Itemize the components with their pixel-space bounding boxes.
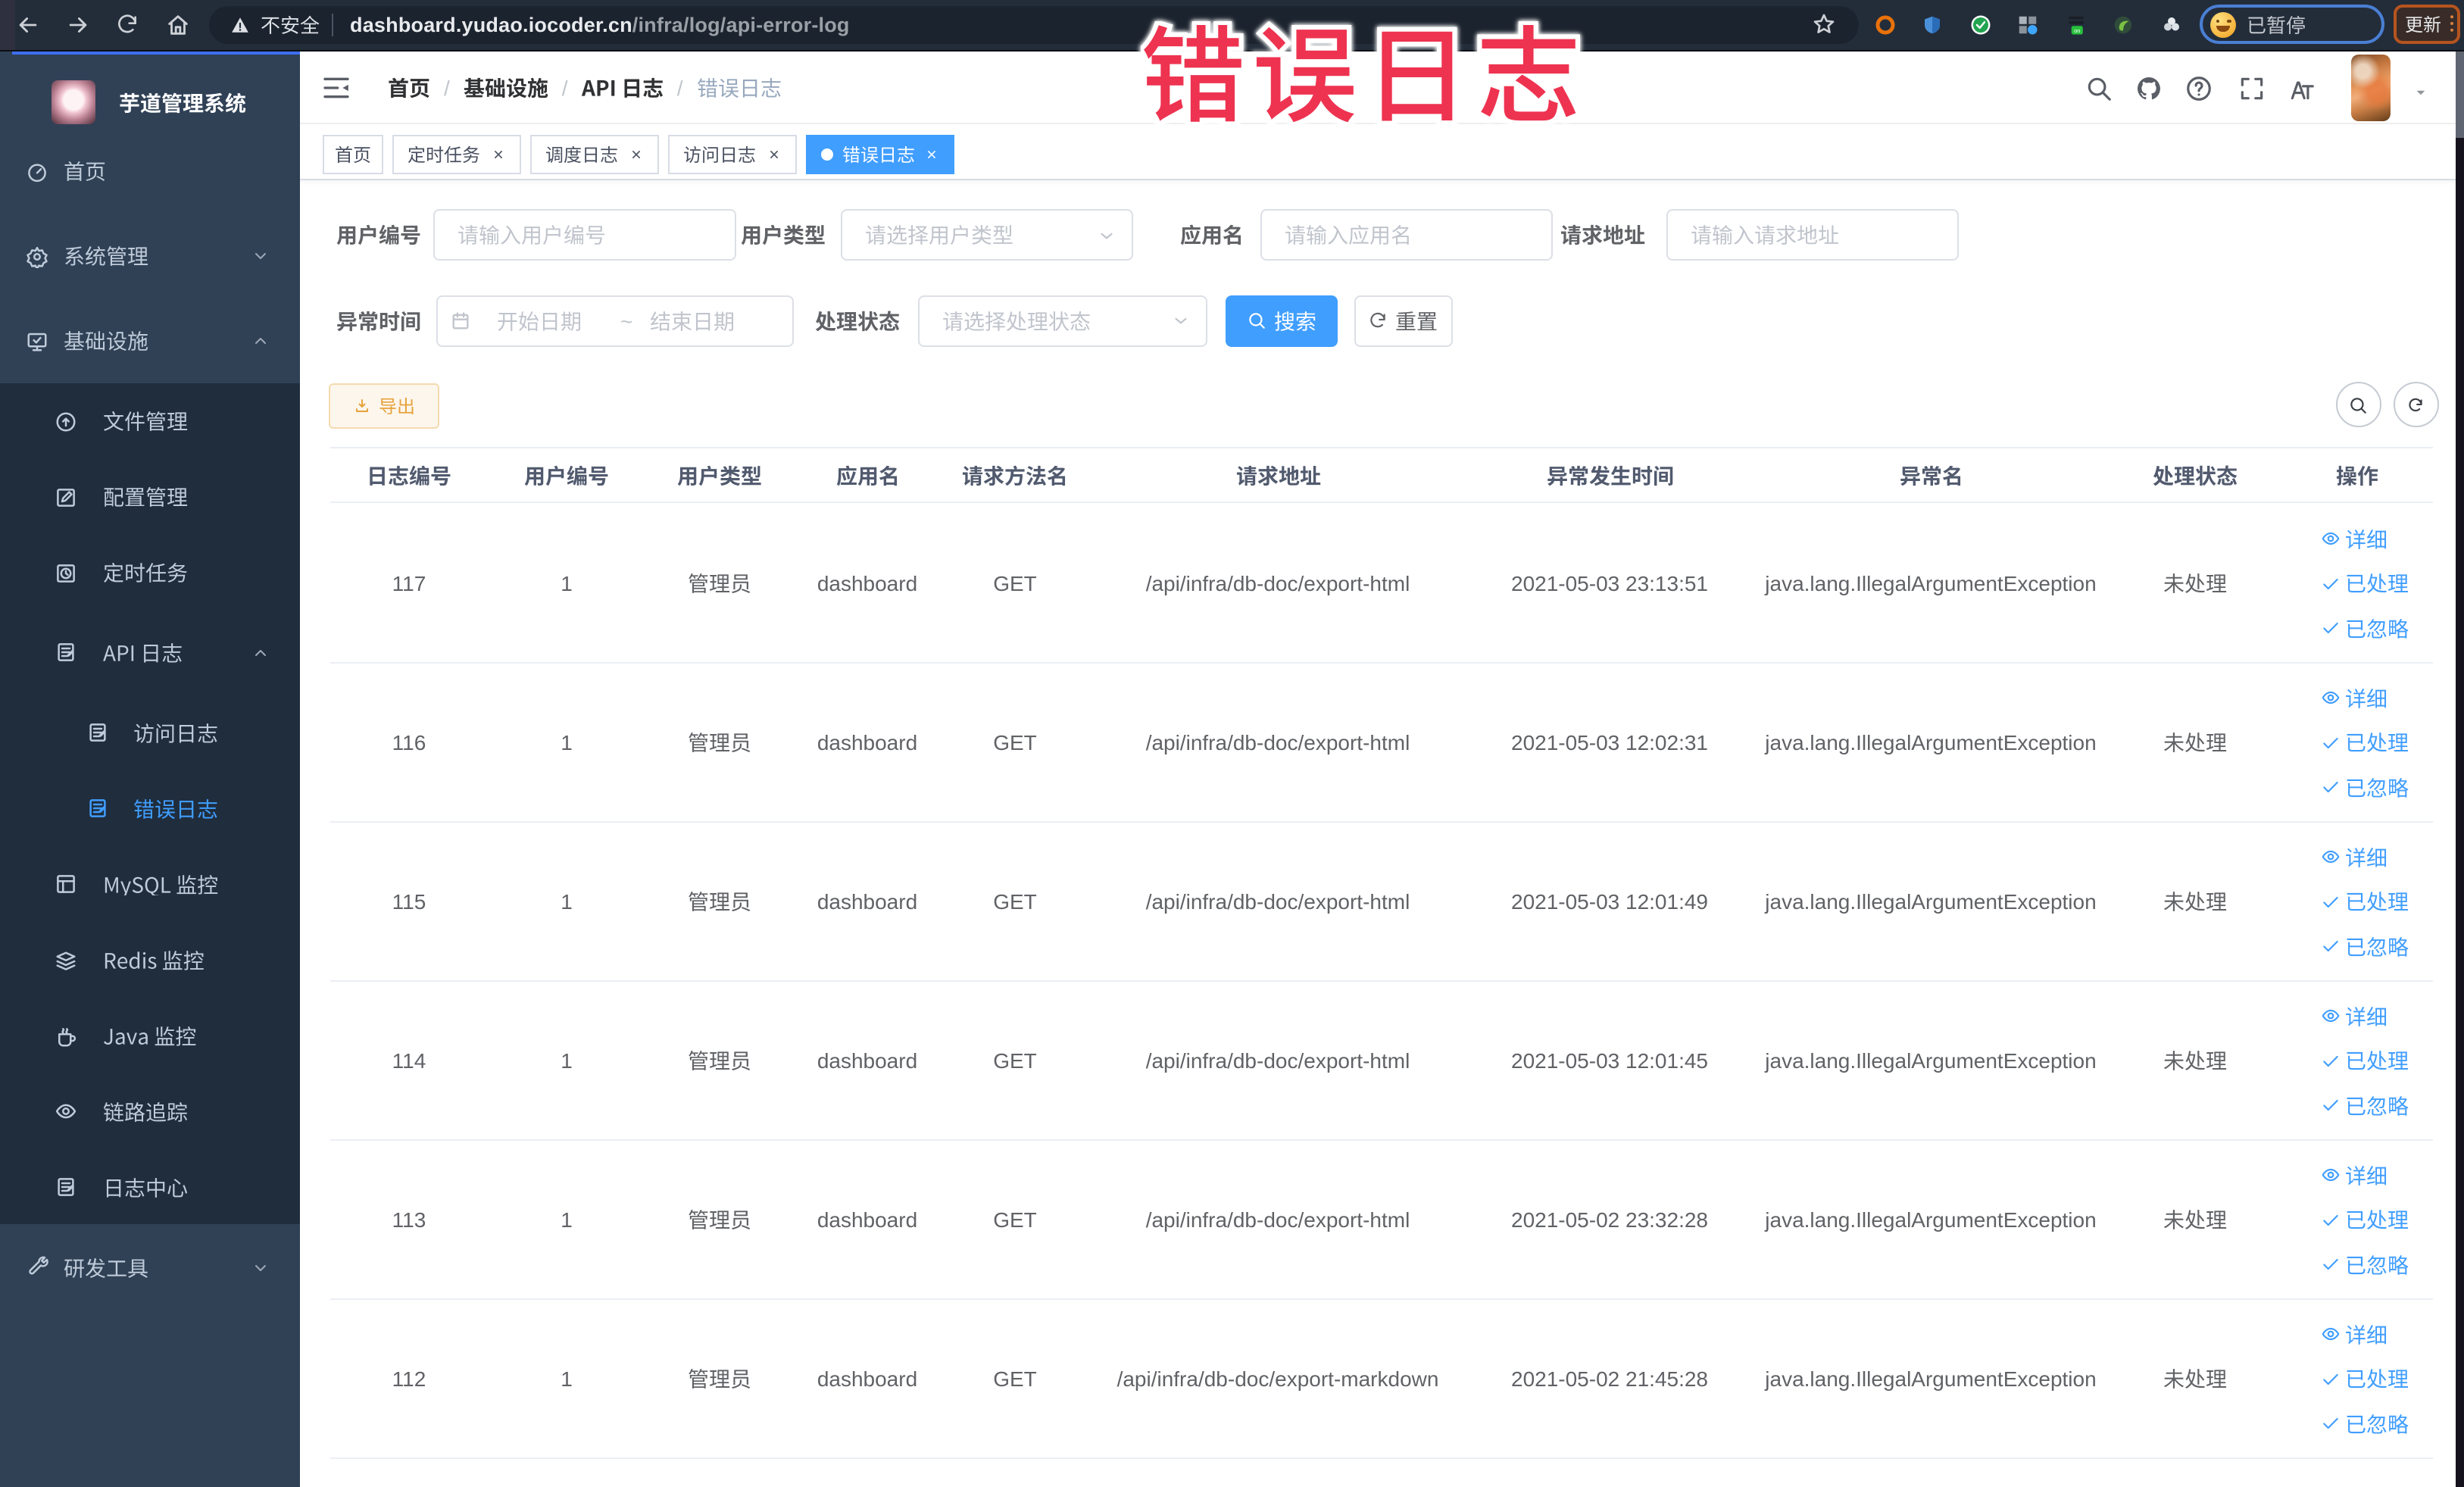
svg-text:on: on bbox=[2074, 27, 2080, 34]
